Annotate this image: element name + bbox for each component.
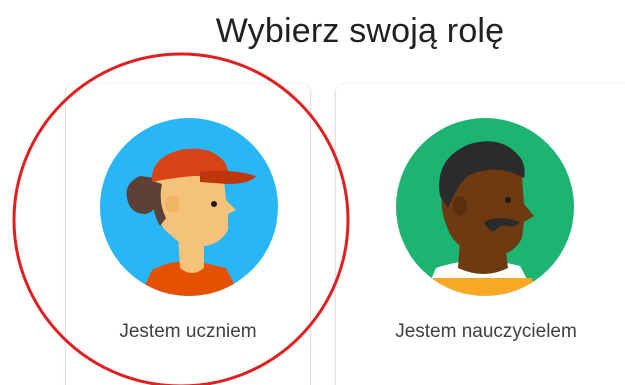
role-selection-page: Wybierz swoją rolę Jestem uczniem Jestem… — [0, 0, 625, 385]
teacher-avatar-icon — [396, 118, 574, 296]
student-avatar-icon — [100, 118, 278, 296]
student-role-label: Jestem uczniem — [119, 321, 257, 342]
teacher-role-card[interactable]: Jestem nauczycielem — [336, 84, 625, 385]
page-title: Wybierz swoją rolę — [215, 12, 505, 50]
student-role-card[interactable]: Jestem uczniem — [66, 84, 310, 385]
teacher-role-label: Jestem nauczycielem — [395, 321, 577, 342]
